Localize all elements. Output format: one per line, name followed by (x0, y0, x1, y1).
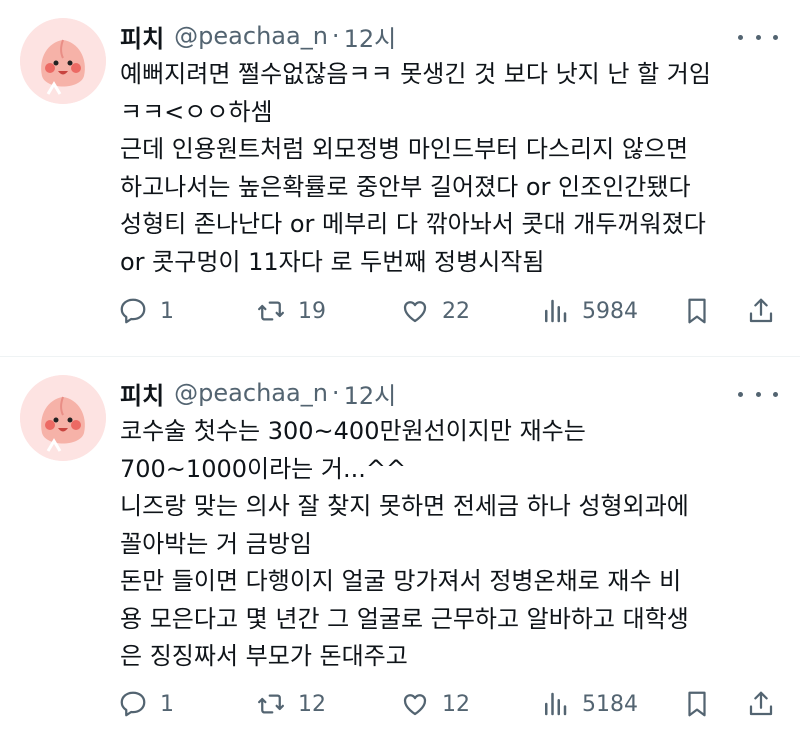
tweet-line: or 콧구멍이 11자다 로 두번째 정병시작됨 (120, 247, 545, 276)
timestamp[interactable]: 12시 (344, 376, 397, 411)
like-button[interactable]: 22 (400, 291, 470, 331)
bookmark-icon (688, 691, 706, 717)
display-name[interactable]: 피치 (120, 19, 164, 54)
bookmark-button[interactable] (682, 684, 712, 724)
tweet-line: 700~1000이라는 거...^^ (120, 454, 407, 483)
share-icon (749, 298, 773, 323)
views-icon (545, 299, 567, 323)
tweet-header: 피치 @peachaa_n · 12시 (120, 375, 396, 411)
tweet-line: 근데 인용원트처럼 외모정병 마인드부터 다스리지 않으면 (120, 135, 689, 163)
tweet[interactable]: 피치 @peachaa_n · 12시 예뻐지려면 쩔수없잖음ㅋㅋ 못생긴 것 … (0, 0, 800, 356)
more-icon[interactable] (738, 383, 778, 405)
user-handle[interactable]: @peachaa_n (174, 379, 328, 407)
reply-icon (120, 298, 146, 324)
share-button[interactable] (746, 291, 776, 331)
tweet-text: 코수술 첫수는 300~400만원선이지만 재수는 700~1000이라는 거.… (120, 413, 780, 676)
like-count: 22 (442, 298, 470, 324)
tweet-line: 꼴아박는 거 금방임 (120, 529, 312, 558)
retweet-button[interactable]: 19 (256, 291, 326, 331)
display-name[interactable]: 피치 (120, 376, 164, 411)
timestamp[interactable]: 12시 (344, 19, 397, 54)
retweet-count: 19 (298, 298, 326, 324)
tweet-line: 성형티 존나난다 or 메부리 다 깎아놔서 콧대 개두꺼워졌다 (120, 210, 706, 238)
tweet-line: 니즈랑 맞는 의사 잘 찾지 못하면 전세금 하나 성형외과에 (120, 492, 689, 520)
reply-button[interactable]: 1 (118, 684, 174, 724)
tweet-line: 하고나서는 높은확률로 중안부 길어졌다 or 인조인간됐다 (120, 172, 691, 201)
tweet-text: 예뻐지려면 쩔수없잖음ㅋㅋ 못생긴 것 보다 낫지 난 할 거임 ㅋㅋ<ㅇㅇ하셈… (120, 56, 780, 281)
like-count: 12 (442, 691, 470, 717)
views-count: 5984 (582, 298, 638, 324)
like-button[interactable]: 12 (400, 684, 470, 724)
action-bar: 1 12 12 5184 (118, 684, 782, 724)
avatar[interactable] (20, 375, 106, 461)
retweet-icon (258, 301, 284, 321)
reply-button[interactable]: 1 (118, 291, 174, 331)
views-button[interactable]: 5984 (540, 291, 638, 331)
avatar[interactable] (20, 18, 106, 104)
tweet-line: 용 모은다고 몇 년간 그 얼굴로 근무하고 알바하고 대학생 (120, 604, 689, 633)
retweet-icon (258, 694, 284, 714)
reply-icon (120, 691, 146, 717)
reply-count: 1 (160, 691, 174, 717)
heart-icon (403, 694, 427, 716)
retweet-button[interactable]: 12 (256, 684, 326, 724)
action-bar: 1 19 22 5984 (118, 291, 782, 331)
bookmark-button[interactable] (682, 291, 712, 331)
separator-dot: · (331, 22, 340, 50)
tweet-line: ㅋㅋ<ㅇㅇ하셈 (120, 97, 273, 126)
views-count: 5184 (582, 691, 638, 717)
tweet-line: 예뻐지려면 쩔수없잖음ㅋㅋ 못생긴 것 보다 낫지 난 할 거임 (120, 60, 711, 88)
retweet-count: 12 (298, 691, 326, 717)
user-handle[interactable]: @peachaa_n (174, 22, 328, 50)
tweet-header: 피치 @peachaa_n · 12시 (120, 18, 396, 54)
views-icon (545, 692, 567, 716)
heart-icon (403, 301, 427, 323)
share-button[interactable] (746, 684, 776, 724)
share-icon (749, 691, 773, 716)
tweet-line: 코수술 첫수는 300~400만원선이지만 재수는 (120, 417, 586, 445)
views-button[interactable]: 5184 (540, 684, 638, 724)
tweet-line: 돈만 들이면 다행이지 얼굴 망가져서 정병온채로 재수 비 (120, 567, 682, 595)
reply-count: 1 (160, 298, 174, 324)
separator-dot: · (331, 379, 340, 407)
tweet-line: 은 징징짜서 부모가 돈대주고 (120, 642, 408, 670)
more-icon[interactable] (738, 26, 778, 48)
bookmark-icon (688, 298, 706, 324)
tweet[interactable]: 피치 @peachaa_n · 12시 코수술 첫수는 300~400만원선이지… (0, 357, 800, 755)
